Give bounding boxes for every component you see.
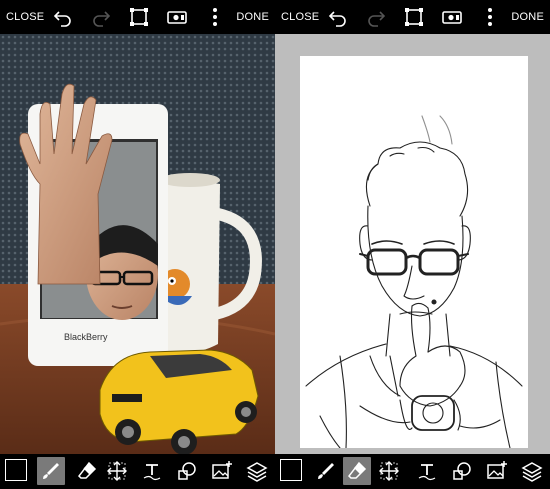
photo-canvas[interactable]: BlackBerry <box>0 34 275 454</box>
more-options-icon[interactable] <box>479 6 501 28</box>
mug <box>160 174 220 353</box>
right-editor-panel: CLOSE DONE <box>275 0 550 489</box>
shapes-icon[interactable] <box>176 460 198 482</box>
video-record-icon[interactable] <box>166 6 188 28</box>
transform-icon[interactable] <box>378 460 400 482</box>
text-tool-icon[interactable] <box>416 460 438 482</box>
close-button[interactable]: CLOSE <box>6 0 44 34</box>
line-drawing <box>305 115 523 449</box>
text-tool-icon[interactable] <box>141 460 163 482</box>
redo-icon[interactable] <box>90 6 112 28</box>
bottom-toolbar <box>275 454 550 489</box>
done-button[interactable]: DONE <box>511 0 544 34</box>
video-record-icon[interactable] <box>441 6 463 28</box>
eraser-icon[interactable] <box>343 457 371 485</box>
color-swatch[interactable] <box>280 459 302 481</box>
drawing-workspace <box>275 34 550 454</box>
top-toolbar: CLOSE DONE <box>0 0 275 34</box>
done-button[interactable]: DONE <box>236 0 269 34</box>
undo-icon[interactable] <box>327 6 349 28</box>
add-image-icon[interactable] <box>486 460 508 482</box>
undo-icon[interactable] <box>52 6 74 28</box>
brush-icon[interactable] <box>37 457 65 485</box>
crop-icon[interactable] <box>403 6 425 28</box>
crop-icon[interactable] <box>128 6 150 28</box>
phone-brand-text: BlackBerry <box>64 332 108 342</box>
photo: BlackBerry <box>0 34 275 454</box>
transform-icon[interactable] <box>106 460 128 482</box>
color-swatch[interactable] <box>5 459 27 481</box>
eraser-icon[interactable] <box>76 460 98 482</box>
left-editor-panel: CLOSE DONE BlackBerry <box>0 0 275 489</box>
top-toolbar: CLOSE DONE <box>275 0 550 34</box>
more-options-icon[interactable] <box>204 6 226 28</box>
brush-icon[interactable] <box>315 460 337 482</box>
layers-icon[interactable] <box>246 460 268 482</box>
close-button[interactable]: CLOSE <box>281 0 319 34</box>
add-image-icon[interactable] <box>211 460 233 482</box>
bottom-toolbar <box>0 454 275 489</box>
layers-icon[interactable] <box>521 460 543 482</box>
redo-icon[interactable] <box>365 6 387 28</box>
drawing-canvas[interactable] <box>300 56 528 449</box>
shapes-icon[interactable] <box>451 460 473 482</box>
